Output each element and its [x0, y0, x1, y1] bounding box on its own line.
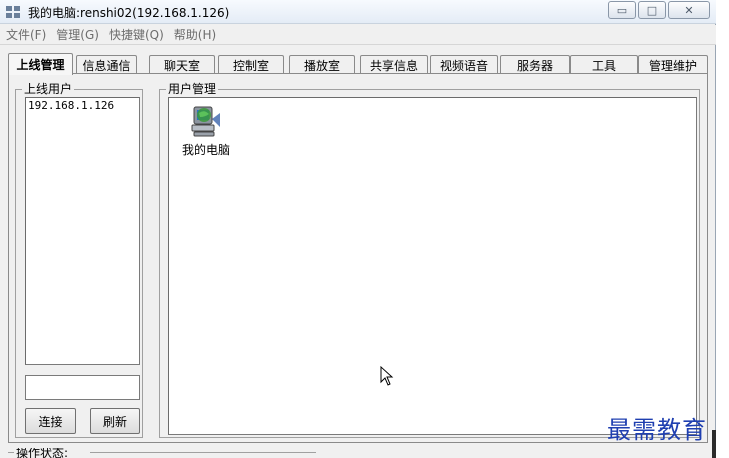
online-users-group: 上线用户 192.168.1.126 连接 刷新: [15, 82, 143, 438]
refresh-button[interactable]: 刷新: [90, 408, 140, 434]
tab-strip: 上线管理 信息通信 聊天室 控制室 播放室 共享信息 视频语音 服务器 工具 管…: [8, 53, 716, 75]
menu-bar: 文件(F) 管理(G) 快捷键(Q) 帮助(H): [0, 25, 716, 45]
tab-server[interactable]: 服务器: [500, 55, 570, 74]
user-management-view[interactable]: 我的电脑: [168, 97, 697, 435]
status-group-border-right: [90, 452, 316, 453]
close-icon: ✕: [684, 3, 694, 17]
app-icon: [6, 6, 20, 18]
online-users-list[interactable]: 192.168.1.126: [25, 97, 140, 365]
tab-shared-info[interactable]: 共享信息: [360, 55, 428, 74]
maximize-button[interactable]: □: [638, 1, 666, 19]
tab-panel: 上线用户 192.168.1.126 连接 刷新 用户管理 我的电脑: [8, 73, 708, 443]
window-edge: [712, 430, 716, 458]
tab-playback-room[interactable]: 播放室: [289, 55, 355, 74]
my-computer-item[interactable]: 我的电脑: [181, 105, 231, 158]
computer-icon: [191, 106, 220, 137]
tab-tools[interactable]: 工具: [570, 55, 638, 74]
my-computer-label: 我的电脑: [181, 143, 230, 157]
online-users-legend: 上线用户: [22, 82, 75, 96]
user-input[interactable]: [25, 375, 140, 400]
menu-manage[interactable]: 管理(G): [56, 26, 99, 43]
tab-online-management[interactable]: 上线管理: [8, 53, 73, 75]
title-bar[interactable]: 我的电脑:renshi02(192.168.1.126) ▭ □ ✕: [0, 0, 716, 24]
tab-video-voice[interactable]: 视频语音: [430, 55, 498, 74]
watermark: 最需教育: [607, 416, 707, 444]
minimize-icon: ▭: [616, 3, 628, 17]
tab-control-room[interactable]: 控制室: [218, 55, 284, 74]
tab-chat-room[interactable]: 聊天室: [149, 55, 215, 74]
mouse-cursor-icon: [380, 366, 394, 386]
tab-messaging[interactable]: 信息通信: [76, 55, 137, 74]
window-title: 我的电脑:renshi02(192.168.1.126): [28, 6, 230, 20]
menu-help[interactable]: 帮助(H): [174, 26, 216, 43]
maximize-icon: □: [646, 3, 658, 17]
window-controls: ▭ □ ✕: [608, 1, 710, 19]
minimize-button[interactable]: ▭: [608, 1, 636, 19]
menu-file[interactable]: 文件(F): [6, 26, 46, 43]
list-item[interactable]: 192.168.1.126: [26, 98, 139, 113]
tab-maintenance[interactable]: 管理维护: [638, 55, 708, 74]
connect-button[interactable]: 连接: [25, 408, 76, 434]
status-legend: 操作状态:: [14, 448, 71, 458]
user-management-group: 用户管理 我的电脑: [159, 82, 700, 438]
close-button[interactable]: ✕: [668, 1, 710, 19]
menu-shortcut[interactable]: 快捷键(Q): [109, 26, 164, 43]
user-management-legend: 用户管理: [166, 82, 219, 96]
app-window: 我的电脑:renshi02(192.168.1.126) ▭ □ ✕ 文件(F)…: [0, 0, 716, 458]
